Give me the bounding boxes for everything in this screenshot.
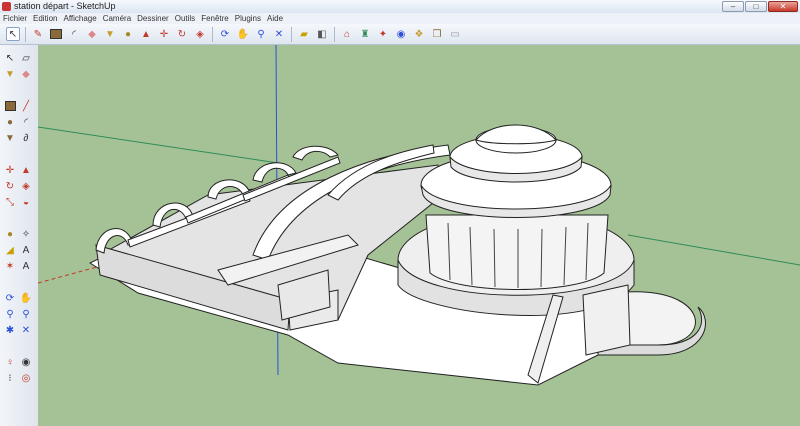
offset-icon[interactable]: ◒	[19, 195, 33, 209]
menu-edition[interactable]: Edition	[30, 13, 60, 24]
menu-outils[interactable]: Outils	[172, 13, 198, 24]
green-axis-right	[627, 234, 800, 266]
window-title: station départ - SketchUp	[14, 1, 116, 11]
line-icon[interactable]: ╱	[19, 99, 33, 113]
pencil-icon[interactable]: ✎	[31, 27, 45, 41]
orbit-icon[interactable]: ⟳	[218, 27, 232, 41]
polygon-icon[interactable]: ▼	[3, 131, 17, 145]
section-plane-icon[interactable]: ◎	[19, 371, 33, 385]
zoom-extents-icon[interactable]: ⚲	[254, 27, 268, 41]
component-icon[interactable]: ◧	[315, 27, 329, 41]
zoom-window-icon[interactable]: ✕	[272, 27, 286, 41]
eraser-icon[interactable]: ◆	[85, 27, 99, 41]
main-toolbar: ↖ ✎ ◜ ◆ ▼ ● ▲ ✛ ↻ ◈ ⟳ ✋ ⚲ ✕ ▰ ◧ ⌂ ♜ ✦ ◉ …	[0, 24, 800, 45]
minimize-button[interactable]: –	[722, 1, 744, 12]
station-model	[88, 124, 706, 386]
walk-icon[interactable]: ⁝	[3, 371, 17, 385]
3d-text-icon[interactable]: A	[19, 259, 33, 273]
menu-fichier[interactable]: Fichier	[0, 13, 30, 24]
protractor-icon[interactable]: ◢	[3, 243, 17, 257]
close-button[interactable]: ✕	[768, 1, 798, 12]
sidebar-separator	[3, 83, 17, 89]
extension-icon[interactable]: ▭	[448, 27, 462, 41]
rotate-icon[interactable]: ↻	[175, 27, 189, 41]
previous-view-icon[interactable]: ✱	[3, 323, 17, 337]
side-block	[582, 284, 631, 356]
rotate-icon[interactable]: ↻	[3, 179, 17, 193]
style-icon[interactable]: ♜	[358, 27, 372, 41]
title-bar: station départ - SketchUp – □ ✕	[0, 0, 800, 14]
select-arrow-icon[interactable]: ↖	[3, 51, 17, 65]
toolbar-separator	[334, 26, 335, 42]
freehand-icon[interactable]: ∂	[19, 131, 33, 145]
menu-aide[interactable]: Aide	[264, 13, 286, 24]
green-axis	[38, 126, 279, 164]
push-pull-icon[interactable]: ▲	[139, 27, 153, 41]
offset-icon[interactable]: ◈	[193, 27, 207, 41]
push-pull-icon[interactable]: ▲	[19, 163, 33, 177]
circle-icon[interactable]: ●	[3, 115, 17, 129]
orbit-icon[interactable]: ⟳	[3, 291, 17, 305]
menu-bar: Fichier Edition Affichage Caméra Dessiner Out…	[0, 13, 800, 24]
layer-icon[interactable]: ✦	[376, 27, 390, 41]
menu-plugins[interactable]: Plugins	[232, 13, 264, 24]
pan-icon[interactable]: ✋	[236, 27, 250, 41]
rotunda-drum	[425, 214, 609, 290]
axes-icon[interactable]: ✶	[3, 259, 17, 273]
get-models-icon[interactable]: ❒	[430, 27, 444, 41]
section-plane-icon[interactable]: ▰	[297, 27, 311, 41]
eraser-icon[interactable]: ◆	[19, 67, 33, 81]
sidebar-separator	[3, 211, 17, 217]
menu-affichage[interactable]: Affichage	[60, 13, 99, 24]
paint-bucket-icon[interactable]: ▼	[103, 27, 117, 41]
3d-viewport[interactable]	[38, 45, 800, 426]
maximize-button[interactable]: □	[745, 1, 767, 12]
toolbar-separator	[25, 26, 26, 42]
follow-me-icon[interactable]: ◈	[19, 179, 33, 193]
sidebar-separator	[3, 275, 17, 281]
tape-measure-icon[interactable]: ●	[3, 227, 17, 241]
move-icon[interactable]: ✛	[157, 27, 171, 41]
warehouse-icon[interactable]: ⌂	[340, 27, 354, 41]
arc-icon[interactable]: ◜	[19, 115, 33, 129]
arc-icon[interactable]: ◜	[67, 27, 81, 41]
text-icon[interactable]: A	[19, 243, 33, 257]
arch-5	[292, 145, 339, 161]
component-icon[interactable]: ▱	[19, 51, 33, 65]
look-around-icon[interactable]: ◉	[19, 355, 33, 369]
move-icon[interactable]: ✛	[3, 163, 17, 177]
toolbar-separator	[212, 26, 213, 42]
zoom-extents-icon[interactable]: ✕	[19, 323, 33, 337]
toolbar-separator	[291, 26, 292, 42]
shadow-icon[interactable]: ◉	[394, 27, 408, 41]
paint-bucket-icon[interactable]: ▼	[3, 67, 17, 81]
sketchup-app-icon[interactable]	[2, 2, 11, 11]
rectangle-icon[interactable]	[3, 99, 17, 113]
menu-dessiner[interactable]: Dessiner	[134, 13, 172, 24]
select-arrow-icon[interactable]: ↖	[6, 27, 20, 41]
rectangle-icon[interactable]	[49, 27, 63, 41]
position-camera-icon[interactable]: ♀	[3, 355, 17, 369]
share-model-icon[interactable]: ❖	[412, 27, 426, 41]
scale-icon[interactable]: ⤡	[3, 195, 17, 209]
tools-sidebar: ↖ ▱ ▼ ◆ ╱ ● ◜ ▼ ∂ ✛ ▲ ↻ ◈ ⤡ ◒ ● ✧ ◢ A ✶ …	[0, 45, 39, 426]
zoom-icon[interactable]: ⚲	[3, 307, 17, 321]
pan-icon[interactable]: ✋	[19, 291, 33, 305]
menu-fenetre[interactable]: Fenêtre	[198, 13, 232, 24]
sidebar-separator	[3, 147, 17, 153]
tape-measure-icon[interactable]: ●	[121, 27, 135, 41]
menu-camera[interactable]: Caméra	[100, 13, 134, 24]
dimension-icon[interactable]: ✧	[19, 227, 33, 241]
model-scene	[38, 45, 800, 386]
dome-cap	[475, 124, 557, 145]
sidebar-separator	[3, 339, 17, 345]
zoom-window-icon[interactable]: ⚲	[19, 307, 33, 321]
